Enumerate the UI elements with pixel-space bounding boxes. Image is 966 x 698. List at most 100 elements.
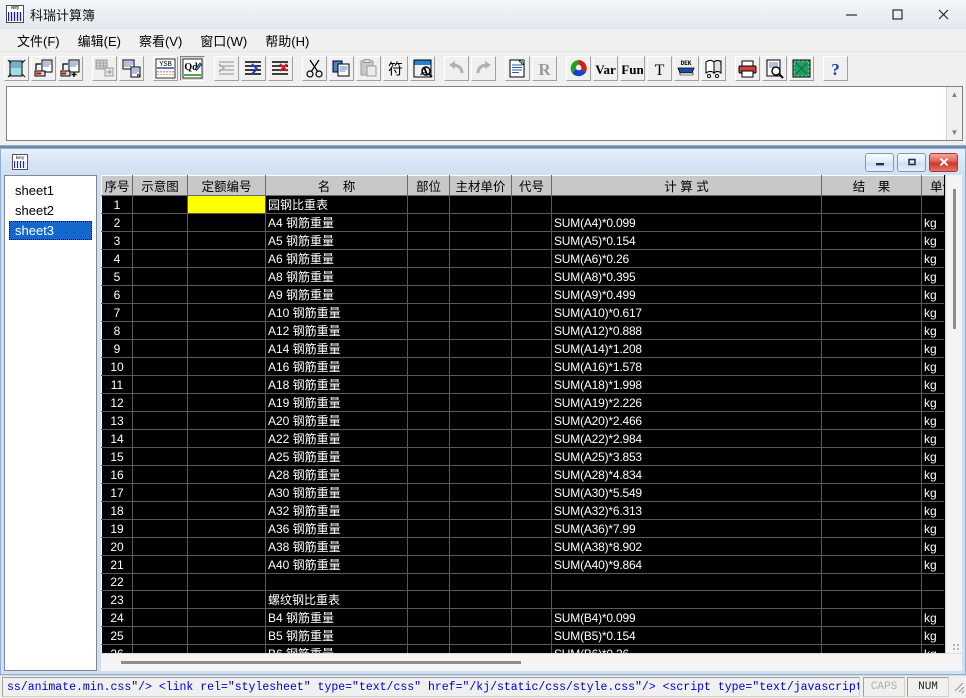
cell-thumb[interactable] <box>133 520 188 538</box>
column-header-part[interactable]: 部位 <box>408 176 450 196</box>
cell-code[interactable] <box>188 214 266 232</box>
column-header-code[interactable]: 定额编号 <box>188 176 266 196</box>
cell-part[interactable] <box>408 286 450 304</box>
sheet-item-sheet1[interactable]: sheet1 <box>9 181 92 200</box>
cell-thumb[interactable] <box>133 484 188 502</box>
cell-result[interactable] <box>822 412 922 430</box>
cell-thumb[interactable] <box>133 502 188 520</box>
cell-price[interactable] <box>450 412 512 430</box>
cell-unit[interactable]: kg <box>922 520 946 538</box>
cell-alias[interactable] <box>512 484 552 502</box>
cell-thumb[interactable] <box>133 609 188 627</box>
cell-seq[interactable]: 4 <box>102 250 133 268</box>
cell-name[interactable]: A9 钢筋重量 <box>266 286 408 304</box>
spreadsheet-grid[interactable]: 序号示意图定额编号名 称部位主材单价代号计 算 式结 果单位 1园钢比重表2A4… <box>101 175 945 653</box>
cell-seq[interactable]: 23 <box>102 591 133 609</box>
cell-price[interactable] <box>450 520 512 538</box>
table-row[interactable]: 9A14 钢筋重量SUM(A14)*1.208kg <box>102 340 946 358</box>
cell-formula[interactable]: SUM(A38)*8.902 <box>552 538 822 556</box>
cell-code[interactable] <box>188 376 266 394</box>
cell-code[interactable] <box>188 322 266 340</box>
cell-formula[interactable]: SUM(A20)*2.466 <box>552 412 822 430</box>
cell-formula[interactable]: SUM(A18)*1.998 <box>552 376 822 394</box>
cell-code[interactable] <box>188 358 266 376</box>
window-resize-grip-icon[interactable] <box>950 677 966 697</box>
cell-price[interactable] <box>450 645 512 654</box>
formula-edit-panel[interactable]: ▲ ▼ <box>6 86 963 141</box>
cell-part[interactable] <box>408 484 450 502</box>
column-header-result[interactable]: 结 果 <box>822 176 922 196</box>
cell-price[interactable] <box>450 376 512 394</box>
cell-formula[interactable]: SUM(A4)*0.099 <box>552 214 822 232</box>
table-row[interactable]: 26B6 钢筋重量SUM(B6)*0.26kg <box>102 645 946 654</box>
cell-code[interactable] <box>188 430 266 448</box>
cell-formula[interactable]: SUM(A32)*6.313 <box>552 502 822 520</box>
cell-result[interactable] <box>822 196 922 214</box>
cell-alias[interactable] <box>512 286 552 304</box>
cell-result[interactable] <box>822 286 922 304</box>
cell-unit[interactable]: kg <box>922 232 946 250</box>
function-icon[interactable]: Fun <box>620 56 645 81</box>
cell-seq[interactable]: 14 <box>102 430 133 448</box>
cell-price[interactable] <box>450 214 512 232</box>
cell-name[interactable]: A12 钢筋重量 <box>266 322 408 340</box>
cell-price[interactable] <box>450 268 512 286</box>
cell-unit[interactable]: kg <box>922 484 946 502</box>
cell-part[interactable] <box>408 520 450 538</box>
cell-formula[interactable]: SUM(B6)*0.26 <box>552 645 822 654</box>
cell-part[interactable] <box>408 645 450 654</box>
cell-name[interactable]: A14 钢筋重量 <box>266 340 408 358</box>
cell-formula[interactable]: SUM(A16)*1.578 <box>552 358 822 376</box>
cell-alias[interactable] <box>512 196 552 214</box>
cell-name[interactable]: A40 钢筋重量 <box>266 556 408 574</box>
export-excel-icon[interactable] <box>789 56 814 81</box>
table-row[interactable]: 4A6 钢筋重量SUM(A6)*0.26kg <box>102 250 946 268</box>
cell-seq[interactable]: 5 <box>102 268 133 286</box>
cell-result[interactable] <box>822 591 922 609</box>
table-row[interactable]: 15A25 钢筋重量SUM(A25)*3.853kg <box>102 448 946 466</box>
print-preview-icon[interactable] <box>762 56 787 81</box>
formula-panel-scrollbar[interactable]: ▲ ▼ <box>946 87 962 140</box>
cell-thumb[interactable] <box>133 322 188 340</box>
cell-code[interactable] <box>188 627 266 645</box>
cell-part[interactable] <box>408 609 450 627</box>
table-row[interactable]: 20A38 钢筋重量SUM(A38)*8.902kg <box>102 538 946 556</box>
text-icon[interactable]: T <box>647 56 672 81</box>
cell-seq[interactable]: 13 <box>102 412 133 430</box>
cell-thumb[interactable] <box>133 358 188 376</box>
resize-grip-icon[interactable] <box>952 643 960 651</box>
cell-unit[interactable]: kg <box>922 304 946 322</box>
menu-edit[interactable]: 编辑(E) <box>69 29 130 52</box>
table-row[interactable]: 13A20 钢筋重量SUM(A20)*2.466kg <box>102 412 946 430</box>
cell-code[interactable] <box>188 250 266 268</box>
dek-icon[interactable]: DEK <box>674 56 699 81</box>
cell-result[interactable] <box>822 645 922 654</box>
menu-view[interactable]: 察看(V) <box>130 29 191 52</box>
menu-window[interactable]: 窗口(W) <box>191 29 256 52</box>
cell-thumb[interactable] <box>133 250 188 268</box>
cell-price[interactable] <box>450 286 512 304</box>
cell-thumb[interactable] <box>133 268 188 286</box>
cell-unit[interactable]: kg <box>922 214 946 232</box>
table-row[interactable]: 22 <box>102 574 946 591</box>
cell-thumb[interactable] <box>133 574 188 591</box>
cell-code[interactable] <box>188 466 266 484</box>
cell-part[interactable] <box>408 376 450 394</box>
cell-unit[interactable]: kg <box>922 358 946 376</box>
cell-code[interactable] <box>188 412 266 430</box>
table-row[interactable]: 21A40 钢筋重量SUM(A40)*9.864kg <box>102 556 946 574</box>
cell-price[interactable] <box>450 574 512 591</box>
qd-template-icon[interactable]: Qd <box>180 56 205 81</box>
cell-unit[interactable]: kg <box>922 322 946 340</box>
cell-unit[interactable] <box>922 574 946 591</box>
column-header-seq[interactable]: 序号 <box>102 176 133 196</box>
cell-result[interactable] <box>822 484 922 502</box>
help-book-icon[interactable]: ? <box>701 56 726 81</box>
cell-name[interactable]: B4 钢筋重量 <box>266 609 408 627</box>
cell-part[interactable] <box>408 466 450 484</box>
menu-file[interactable]: 文件(F) <box>8 29 69 52</box>
column-header-formula[interactable]: 计 算 式 <box>552 176 822 196</box>
cell-code[interactable] <box>188 286 266 304</box>
cell-formula[interactable]: SUM(A28)*4.834 <box>552 466 822 484</box>
undo-icon[interactable] <box>444 56 469 81</box>
